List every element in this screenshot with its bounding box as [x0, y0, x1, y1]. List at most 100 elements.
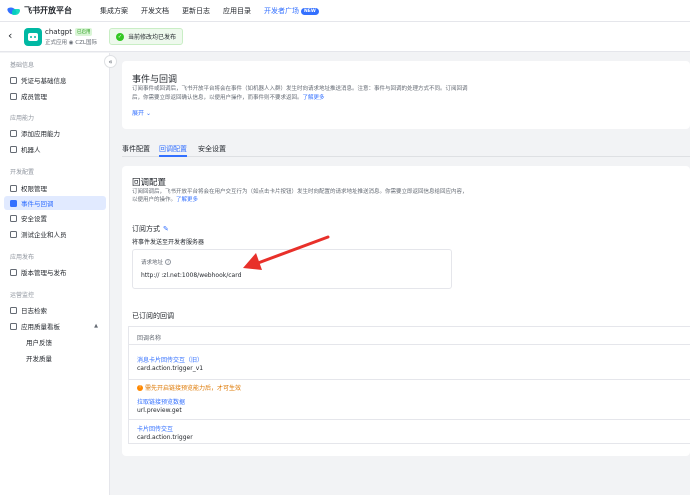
tab-event-config[interactable]: 事件配置	[122, 144, 150, 154]
callback-name-card-action[interactable]: 卡片回传交互	[137, 424, 173, 433]
add-capability-icon	[10, 129, 17, 137]
subscribed-callbacks-title: 已订阅的回调	[132, 312, 174, 320]
permission-icon	[10, 184, 17, 192]
app-header: ‹ chatgpt 已启用 正式应用 ◉ CZL国际 ✓ 当前修改均已发布	[0, 22, 690, 52]
request-url-label-text: 请求地址	[141, 260, 164, 266]
sidebar-item-events-callbacks[interactable]: 事件与回调	[4, 196, 106, 210]
callback-warning: ! 需先开启链接预览能力后，才可生效	[137, 383, 241, 392]
sidebar-item-label: 测试企业和人员	[21, 231, 67, 239]
nav-app-directory[interactable]: 应用目录	[223, 6, 251, 16]
callback-description: 订阅回调后，飞书开放平台将会在用户交互行为（如点击卡片按钮）发生时向配置的请求地…	[132, 188, 472, 204]
active-tab-indicator	[159, 155, 187, 157]
publish-status: ✓ 当前修改均已发布	[109, 28, 184, 45]
tab-callback-config[interactable]: 回调配置	[159, 144, 187, 154]
callback-learn-more-link[interactable]: 了解更多	[176, 197, 198, 203]
row-divider	[129, 379, 690, 380]
callback-code: card.action.trigger_v1	[137, 365, 204, 372]
callback-code: card.action.trigger	[137, 434, 193, 441]
nav-changelog[interactable]: 更新日志	[182, 6, 210, 16]
sidebar-item-bot[interactable]: 机器人	[4, 142, 106, 156]
sidebar-item-log-search[interactable]: 日志检索	[4, 303, 106, 317]
back-arrow-icon[interactable]: ‹	[8, 30, 12, 42]
sidebar-item-label: 事件与回调	[21, 200, 54, 208]
request-url-box: 请求地址? http:// :zl.net:1008/webhook/card	[132, 249, 452, 289]
config-tabs: 事件配置 回调配置 安全设置	[122, 140, 690, 157]
sidebar-item-versions[interactable]: 版本管理与发布	[4, 265, 106, 279]
tab-security-settings[interactable]: 安全设置	[198, 144, 226, 154]
sidebar-item-permissions[interactable]: 权限管理	[4, 181, 106, 195]
sidebar-item-label: 凭证与基础信息	[21, 77, 67, 85]
members-icon	[10, 92, 17, 100]
table-header: 回调名称	[129, 327, 690, 345]
callbacks-table: 回调名称 消息卡片回传交互（旧） card.action.trigger_v1 …	[128, 326, 690, 444]
sidebar-item-label: 安全设置	[21, 215, 47, 223]
brand-logo[interactable]: 飞书开放平台	[6, 5, 100, 17]
subscription-method-value: 将事件发送至开发者服务器	[132, 239, 205, 246]
sidebar-section-dev-config: 开发配置	[10, 169, 35, 176]
sidebar-item-dev-quality[interactable]: 开发质量	[4, 351, 106, 365]
sidebar-section-basic: 基础信息	[10, 62, 35, 69]
chevron-up-icon: ▲	[94, 323, 98, 329]
sidebar-item-test-tenants[interactable]: 测试企业和人员	[4, 227, 106, 241]
app-subtitle: 正式应用 ◉ CZL国际	[45, 40, 97, 46]
sidebar-item-label: 用户反馈	[26, 339, 52, 347]
app-status-badge: 已启用	[74, 28, 93, 36]
sidebar-section-monitoring: 运营监控	[10, 292, 35, 299]
brand-name: 飞书开放平台	[24, 6, 72, 15]
warning-icon: !	[137, 384, 143, 391]
request-url-value: http:// :zl.net:1008/webhook/card	[141, 272, 242, 279]
expand-button[interactable]: 展开 ⌄	[132, 108, 151, 117]
page-description: 订阅事件或回调后，飞书开放平台将会在事件（如机器人入群）发生时向请求地址推送消息…	[132, 85, 468, 103]
subscription-method-text: 订阅方式	[132, 225, 160, 233]
bot-icon	[10, 145, 17, 153]
row-divider	[129, 419, 690, 420]
check-circle-icon: ✓	[116, 32, 124, 41]
learn-more-link[interactable]: 了解更多	[303, 95, 325, 101]
app-name-text: chatgpt	[45, 28, 72, 36]
sidebar-item-label: 开发质量	[26, 355, 52, 363]
app-name: chatgpt 已启用	[45, 28, 93, 36]
sidebar-item-members[interactable]: 成员管理	[4, 89, 106, 103]
sidebar-section-release: 应用发布	[10, 254, 35, 261]
test-tenant-icon	[10, 230, 17, 238]
app-avatar	[24, 28, 42, 46]
callback-title: 回调配置	[132, 178, 167, 188]
expand-label: 展开	[132, 110, 145, 117]
edit-icon[interactable]: ✎	[163, 225, 169, 233]
sidebar-item-add-capability[interactable]: 添加应用能力	[4, 126, 106, 140]
callback-config-card: 回调配置 订阅回调后，飞书开放平台将会在用户交互行为（如点击卡片按钮）发生时向配…	[122, 166, 690, 456]
credential-icon	[10, 76, 17, 84]
log-icon	[10, 306, 17, 314]
callback-name-card-action-v1[interactable]: 消息卡片回传交互（旧）	[137, 355, 203, 364]
sidebar-item-label: 权限管理	[21, 185, 47, 193]
help-icon[interactable]: ?	[165, 259, 172, 265]
dashboard-icon	[10, 322, 17, 330]
sidebar-item-label: 版本管理与发布	[21, 269, 67, 277]
sidebar-item-label: 成员管理	[21, 93, 47, 101]
sidebar-section-capabilities: 应用能力	[10, 115, 35, 122]
top-bar: 飞书开放平台 集成方案 开发文档 更新日志 应用目录 开发者广场 NEW	[0, 0, 690, 22]
page-description-text: 订阅事件或回调后，飞书开放平台将会在事件（如机器人入群）发生时向请求地址推送消息…	[132, 86, 468, 101]
callback-code: url.preview.get	[137, 407, 182, 414]
collapse-sidebar-icon[interactable]: «	[104, 55, 117, 68]
nav-solutions[interactable]: 集成方案	[100, 6, 128, 16]
sidebar-item-user-feedback[interactable]: 用户反馈	[4, 335, 106, 349]
chevron-down-icon: ⌄	[145, 110, 151, 117]
sidebar-item-label: 添加应用能力	[21, 130, 60, 138]
sidebar-item-quality-board[interactable]: 应用质量看板 ▲	[4, 319, 106, 333]
sidebar-item-credentials[interactable]: 凭证与基础信息	[4, 73, 106, 87]
callback-warning-text: 需先开启链接预览能力后，才可生效	[145, 385, 242, 392]
sidebar-item-label: 应用质量看板	[21, 323, 60, 331]
top-nav: 集成方案 开发文档 更新日志 应用目录 开发者广场 NEW	[100, 6, 332, 16]
events-intro-card: 事件与回调 订阅事件或回调后，飞书开放平台将会在事件（如机器人入群）发生时向请求…	[122, 61, 690, 129]
events-icon	[10, 199, 17, 207]
page-title: 事件与回调	[132, 75, 178, 85]
sidebar-item-label: 机器人	[21, 146, 41, 154]
sidebar-item-security[interactable]: 安全设置	[4, 211, 106, 225]
nav-developer-square[interactable]: 开发者广场 NEW	[264, 6, 319, 16]
nav-docs[interactable]: 开发文档	[141, 6, 169, 16]
request-url-label: 请求地址?	[141, 258, 172, 266]
subscription-method-label: 订阅方式 ✎	[132, 224, 169, 234]
sidebar: 基础信息 凭证与基础信息 成员管理 应用能力 添加应用能力 机器人 开发配置 权…	[0, 53, 110, 495]
callback-name-url-preview[interactable]: 拉取链接预览数据	[137, 397, 185, 406]
